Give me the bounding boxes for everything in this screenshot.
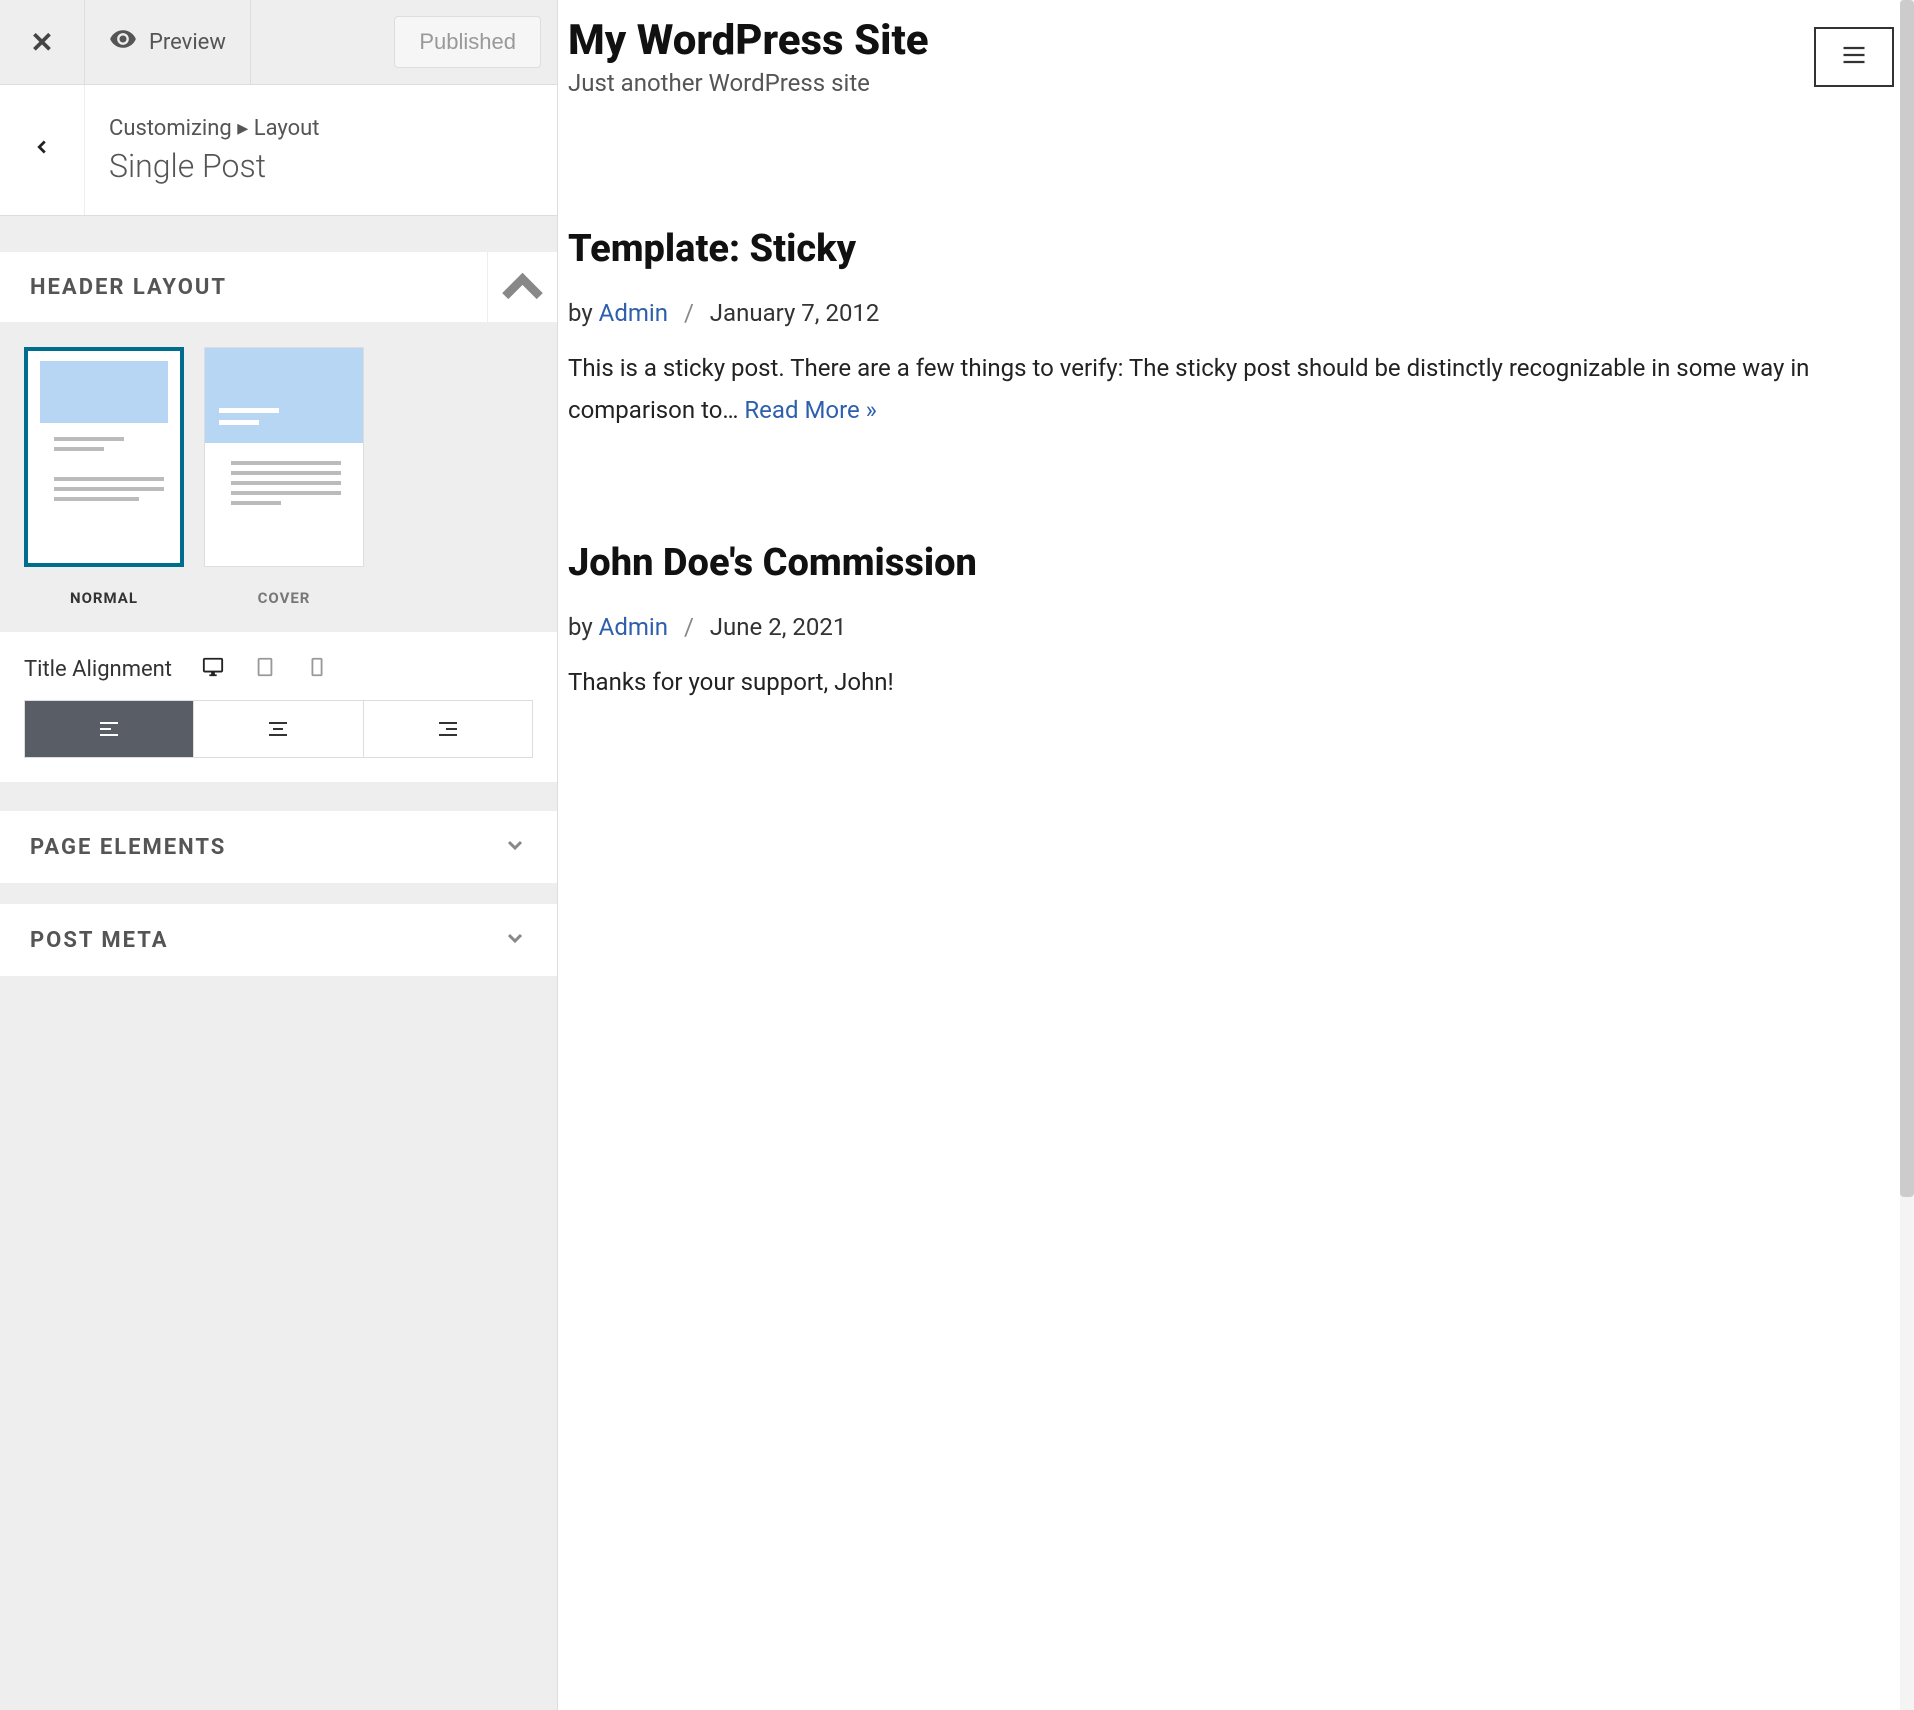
mobile-icon[interactable]: [306, 656, 328, 682]
header-layout-options: NORMAL COVER: [0, 323, 557, 631]
author-prefix: by: [568, 299, 599, 327]
hamburger-icon: [1840, 41, 1868, 73]
post-item: Template: Sticky by Admin / January 7, 2…: [568, 227, 1894, 431]
chevron-up-icon: [487, 252, 557, 322]
spacer: [0, 977, 557, 993]
top-bar: ✕ Preview Published: [0, 0, 557, 85]
post-title[interactable]: Template: Sticky: [568, 227, 1894, 271]
spacer: [0, 783, 557, 811]
spacer: [0, 884, 557, 904]
post-item: John Doe's Commission by Admin / June 2,…: [568, 541, 1894, 703]
layout-option-normal[interactable]: NORMAL: [24, 347, 184, 607]
published-button[interactable]: Published: [394, 16, 541, 68]
title-alignment-section: Title Alignment: [0, 631, 557, 783]
preview-label: Preview: [149, 30, 226, 55]
chevron-left-icon: [31, 135, 53, 165]
post-date: June 2, 2021: [710, 613, 847, 641]
layout-thumb-normal: [24, 347, 184, 567]
breadcrumb-section: Customizing ▸ Layout Single Post: [0, 85, 557, 216]
close-icon: ✕: [30, 26, 53, 59]
author-prefix: by: [568, 613, 599, 641]
breadcrumb-parent: Customizing: [109, 116, 232, 141]
scrollbar-thumb[interactable]: [1900, 0, 1914, 1197]
site-tagline: Just another WordPress site: [568, 69, 929, 97]
page-elements-title: PAGE ELEMENTS: [30, 835, 226, 860]
preview-panel: My WordPress Site Just another WordPress…: [558, 0, 1914, 1710]
back-button[interactable]: [0, 85, 85, 215]
breadcrumb-section-label: Layout: [254, 116, 320, 141]
meta-separator: /: [684, 613, 694, 641]
customizer-sidebar: ✕ Preview Published Customizing ▸ Layout…: [0, 0, 558, 1710]
chevron-down-icon: [503, 926, 527, 954]
align-right-button[interactable]: [364, 701, 532, 757]
align-left-button[interactable]: [25, 701, 194, 757]
align-center-button[interactable]: [194, 701, 363, 757]
device-selector: [202, 656, 328, 682]
read-more-link[interactable]: Read More »: [744, 396, 877, 424]
post-meta: by Admin / January 7, 2012: [568, 299, 1894, 327]
alignment-header: Title Alignment: [24, 656, 533, 682]
meta-separator: /: [684, 299, 694, 327]
page-elements-toggle[interactable]: PAGE ELEMENTS: [0, 811, 557, 884]
site-header: My WordPress Site Just another WordPress…: [568, 16, 1894, 117]
close-button[interactable]: ✕: [0, 0, 85, 85]
desktop-icon[interactable]: [202, 656, 224, 682]
post-meta-toggle[interactable]: POST META: [0, 904, 557, 977]
tablet-icon[interactable]: [254, 656, 276, 682]
header-layout-toggle[interactable]: HEADER LAYOUT: [0, 252, 557, 323]
site-title[interactable]: My WordPress Site: [568, 16, 929, 65]
header-layout-title: HEADER LAYOUT: [30, 275, 227, 300]
post-meta: by Admin / June 2, 2021: [568, 613, 1894, 641]
post-excerpt: Thanks for your support, John!: [568, 661, 1894, 703]
layout-label-cover: COVER: [258, 589, 311, 607]
title-alignment-label: Title Alignment: [24, 657, 172, 682]
chevron-down-icon: [503, 833, 527, 861]
breadcrumb-separator: ▸: [237, 116, 248, 141]
page-title: Single Post: [109, 147, 320, 185]
post-date: January 7, 2012: [710, 299, 880, 327]
excerpt-text: Thanks for your support, John!: [568, 668, 894, 696]
post-author-link[interactable]: Admin: [599, 299, 668, 327]
layout-label-normal: NORMAL: [70, 589, 138, 607]
post-meta-title: POST META: [30, 928, 169, 953]
post-author-link[interactable]: Admin: [599, 613, 668, 641]
site-identity: My WordPress Site Just another WordPress…: [568, 16, 929, 97]
spacer: [0, 216, 557, 252]
post-title[interactable]: John Doe's Commission: [568, 541, 1894, 585]
menu-toggle-button[interactable]: [1814, 27, 1894, 87]
breadcrumb: Customizing ▸ Layout Single Post: [85, 96, 344, 205]
preview-button[interactable]: Preview: [85, 0, 251, 85]
eye-icon: [109, 25, 137, 59]
breadcrumb-path: Customizing ▸ Layout: [109, 116, 320, 141]
scrollbar[interactable]: [1900, 0, 1914, 1710]
layout-option-cover[interactable]: COVER: [204, 347, 364, 607]
layout-thumb-cover: [204, 347, 364, 567]
post-excerpt: This is a sticky post. There are a few t…: [568, 347, 1894, 431]
alignment-buttons: [24, 700, 533, 758]
